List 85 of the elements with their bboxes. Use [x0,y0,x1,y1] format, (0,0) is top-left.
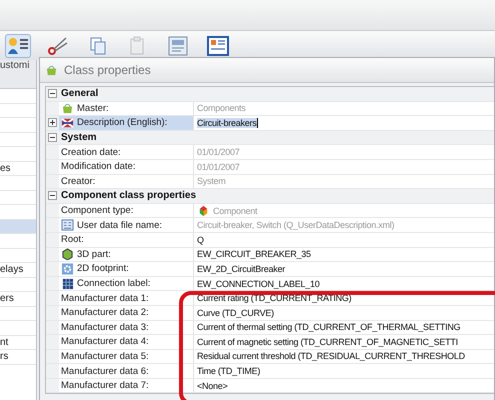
property-row[interactable]: Creation date: 01/01/2007 [46,145,494,160]
property-row[interactable]: Connection label: EW_CONNECTION_LABEL_10 [46,276,494,292]
property-value: Q [197,234,204,245]
property-row[interactable]: Description (English): Circuit-breakers [46,116,494,131]
sidebar-item[interactable] [0,306,36,321]
toolbar-label: ustomi [0,60,30,71]
property-row[interactable]: 3D part: EW_CIRCUIT_BREAKER_35 [46,248,494,262]
cubes-icon [197,204,210,217]
property-value: 01/01/2007 [197,162,240,172]
property-label: Component type: [61,205,134,216]
contact-card-icon [7,36,29,56]
property-row[interactable]: Manufacturer data 5: Residual current threshold (TD_RESIDUAL_CURRENT_THRESHOLD [46,350,494,364]
value-input-field[interactable]: Circuit-breakers [197,118,258,128]
property-label: Manufacturer data 6: [61,366,149,377]
property-value: Circuit-breaker, Switch (Q_UserDataDescription.xml) [197,220,394,230]
sidebar-item[interactable] [0,248,36,263]
sidebar-item[interactable] [0,132,36,147]
form-icon [61,219,74,232]
property-value: <None> [197,380,228,391]
copy-icon [88,36,108,56]
property-label: Manufacturer data 5: [61,350,149,362]
property-value: Current rating (TD_CURRENT_RATING) [197,293,352,304]
property-row[interactable]: Component type: Component [46,204,494,218]
property-row[interactable]: Manufacturer data 2: Curve (TD_CURVE) [46,306,494,320]
property-label: Root: [61,234,84,246]
property-label: Master: [77,102,109,114]
group-heading: Component class properties [60,190,196,202]
group-heading: System [60,132,97,144]
property-value: EW_2D_CircuitBreaker [197,264,286,274]
flag-icon [61,116,74,129]
property-value: Time (TD_TIME) [197,366,260,376]
property-value: System [197,176,226,186]
property-label: Manufacturer data 2: [61,307,149,318]
property-row[interactable]: Modification date: 01/01/2007 [46,160,494,175]
property-row[interactable]: Manufacturer data 3: Current of thermal setting (TD_CURRENT_OF_THERMAL_SETTING [46,320,494,336]
form-layout-icon [207,36,229,56]
property-value: Current of magnetic setting (TD_CURRENT_OF_MAGNETIC_SETTI [197,336,458,347]
property-row[interactable]: 2D footprint: EW_2D_CircuitBreaker [46,262,494,277]
property-value: EW_CIRCUIT_BREAKER_35 [197,249,311,260]
property-label: Modification date: [61,161,136,172]
scissors-icon [47,36,69,56]
table-icon [61,278,74,290]
sidebar-item[interactable] [0,220,36,234]
property-label: Manufacturer data 7: [61,380,149,392]
sidebar-item[interactable] [0,278,36,292]
property-value: EW_CONNECTION_LABEL_10 [197,278,320,289]
property-label: 3D part: [77,248,111,260]
sidebar-item[interactable]: elays [0,263,36,278]
property-value: Residual current threshold (TD_RESIDUAL_CURRENT_THRESHOLD [197,351,465,362]
sidebar-item[interactable]: es [0,162,36,176]
collapse-icon[interactable] [48,191,57,200]
collapse-icon[interactable] [48,133,57,142]
property-label: Manufacturer data 4: [61,336,149,348]
property-label: Manufacturer data 1: [61,292,149,304]
property-label: 2D footprint: [77,263,129,274]
toolbar-button[interactable] [5,34,31,58]
property-label: Creator: [61,176,96,187]
property-value: Component [213,206,258,216]
sidebar-item[interactable]: nt [0,336,36,350]
property-row[interactable]: Creator: System [46,174,494,190]
property-row[interactable]: Manufacturer data 4: Current of magnetic setting (TD_CURRENT_OF_MAGNETIC_SETTI [46,335,494,350]
property-label: Creation date: [61,146,121,158]
property-label: Description (English): [77,117,168,128]
sidebar-item[interactable] [0,190,36,205]
property-row[interactable]: Master: Components [46,102,494,116]
group-heading: General [60,88,98,100]
property-row[interactable]: Manufacturer data 7: <None> [46,378,494,394]
basket-icon [45,64,58,76]
property-value: Curve (TD_CURVE) [197,308,274,318]
property-label: User data file name: [77,220,162,231]
expand-icon[interactable] [48,118,57,128]
collapse-icon[interactable] [48,89,57,98]
property-row[interactable]: Root: Q [46,232,494,248]
property-label: Connection label: [77,278,150,290]
toolbar-button[interactable] [205,34,231,58]
property-value: 01/01/2007 [197,147,240,158]
gear-icon [61,262,74,275]
sidebar-item[interactable] [0,104,36,118]
property-label: Manufacturer data 3: [61,322,149,333]
dialog-title: Class properties [64,63,151,77]
property-row[interactable]: Manufacturer data 6: Time (TD_TIME) [46,364,494,379]
property-row[interactable]: User data file name: Circuit-breaker, Switch (Q_UserDataDescription.xml) [46,218,494,233]
basket-icon [61,102,74,114]
property-value: Current of thermal setting (TD_CURRENT_OF_THERMAL_SETTING [197,322,460,332]
property-value: Components [197,103,246,114]
